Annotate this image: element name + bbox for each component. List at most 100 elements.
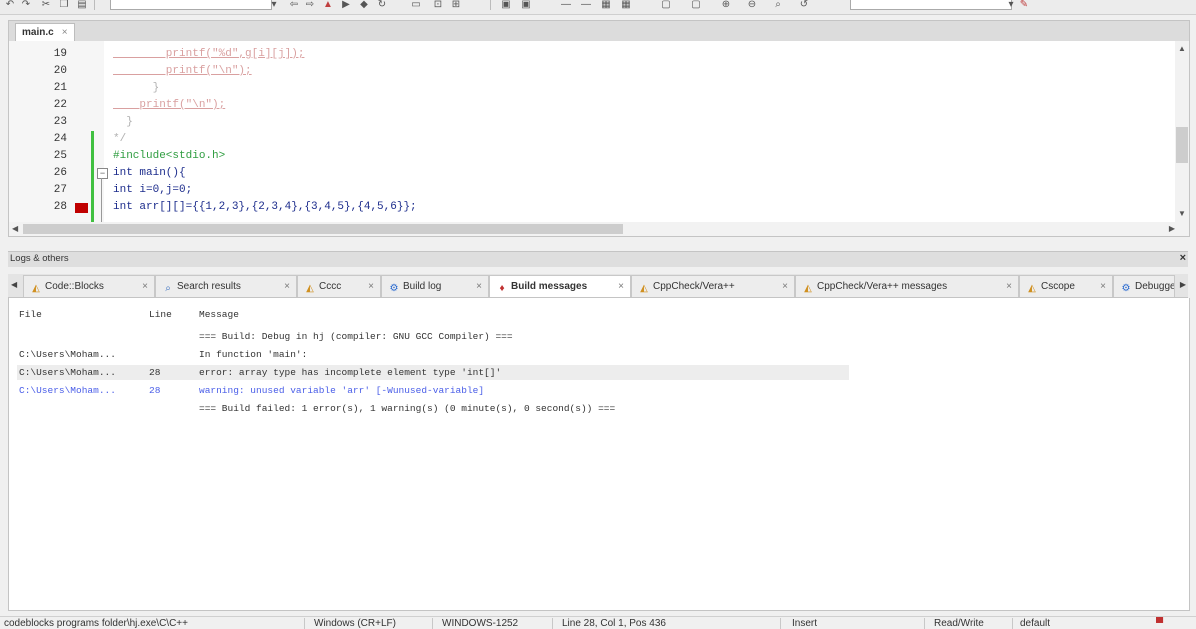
row-file: C:\Users\Moham... xyxy=(19,367,116,378)
window2-icon[interactable]: ▣ xyxy=(520,0,532,10)
editor-tab-label: main.c xyxy=(22,27,54,38)
line-number: 23 xyxy=(53,116,67,128)
scroll-left-icon[interactable]: ◀ xyxy=(12,224,18,233)
status-bar: codeblocks programs folder\hj.exe\C\C++ … xyxy=(0,616,1196,629)
line-number: 28 xyxy=(53,201,67,213)
tab-label: Cccc xyxy=(319,281,342,292)
row-message: === Build: Debug in hj (compiler: GNU GC… xyxy=(199,331,513,342)
build-run-icon[interactable]: ◆ xyxy=(358,0,370,10)
tab-cccc[interactable]: ◭ Cccc × xyxy=(297,275,381,297)
column-header-file[interactable]: File xyxy=(19,308,42,322)
codeblocks-icon: ◭ xyxy=(640,283,648,294)
panel-icon[interactable]: ▦ xyxy=(600,0,612,10)
close-icon[interactable]: × xyxy=(1006,276,1012,297)
build-icon[interactable]: ▲ xyxy=(322,0,334,10)
line2-icon[interactable]: — xyxy=(580,0,592,10)
tab-debugger[interactable]: ⚙ Debugger xyxy=(1113,275,1175,297)
close-icon[interactable]: × xyxy=(368,276,374,297)
panel2-icon[interactable]: ▦ xyxy=(620,0,632,10)
scroll-right-icon[interactable]: ▶ xyxy=(1169,224,1175,233)
status-access: Read/Write xyxy=(934,618,984,629)
tab-cscope[interactable]: ◭ Cscope × xyxy=(1019,275,1113,297)
close-icon[interactable]: × xyxy=(782,276,788,297)
editor-hscroll-thumb[interactable] xyxy=(23,224,623,234)
search-combo[interactable] xyxy=(850,0,1012,10)
target-select[interactable] xyxy=(110,0,272,10)
code-editor[interactable]: − 19 printf("%d",g[i][j]); 20 printf("\n… xyxy=(8,41,1190,224)
status-separator xyxy=(924,618,925,629)
debug-icon[interactable]: ▭ xyxy=(410,0,422,10)
copy-icon[interactable]: ❐ xyxy=(58,0,70,10)
editor-vertical-scrollbar[interactable]: ▲ ▼ xyxy=(1175,41,1189,223)
status-position: Line 28, Col 1, Pos 436 xyxy=(562,618,666,629)
logs-panel-header: Logs & others × xyxy=(8,251,1188,267)
tab-label: Search results xyxy=(177,281,241,292)
line-number: 20 xyxy=(53,65,67,77)
fold-collapse-icon[interactable]: − xyxy=(97,168,108,179)
search-icon[interactable]: ⌕ xyxy=(772,0,784,10)
step-icon[interactable]: ⊡ xyxy=(432,0,444,10)
scroll-down-icon[interactable]: ▼ xyxy=(1178,209,1186,218)
back-icon[interactable]: ⇦ xyxy=(288,0,300,10)
change-bar xyxy=(91,131,94,223)
editor-tab-main-c[interactable]: main.c × xyxy=(15,23,75,41)
close-icon[interactable]: × xyxy=(62,27,68,38)
chevron-down-icon[interactable]: ▾ xyxy=(1005,0,1017,10)
tab-label: CppCheck/Vera++ xyxy=(653,281,735,292)
status-separator xyxy=(780,618,781,629)
paste-icon[interactable]: ▤ xyxy=(76,0,88,10)
row-message: error: array type has incomplete element… xyxy=(199,367,502,378)
line-number: 22 xyxy=(53,99,67,111)
replace-icon[interactable]: ↺ xyxy=(798,0,810,10)
tab-label: Code::Blocks xyxy=(45,281,104,292)
chevron-down-icon[interactable]: ▾ xyxy=(268,0,280,10)
close-icon[interactable]: × xyxy=(618,276,624,297)
fold-line xyxy=(101,178,102,223)
code-line: int arr[][]={{1,2,3},{2,3,4},{3,4,5},{4,… xyxy=(113,201,417,213)
close-icon[interactable]: × xyxy=(1180,252,1186,264)
tabs-scroll-right-icon[interactable]: ▶ xyxy=(1180,280,1186,289)
status-eol: Windows (CR+LF) xyxy=(314,618,396,629)
code-line: printf("\n"); xyxy=(113,99,226,111)
row-message: warning: unused variable 'arr' [-Wunused… xyxy=(199,385,485,396)
tabs-scroll-left-icon[interactable]: ◀ xyxy=(11,280,17,289)
tab-build-log[interactable]: ⚙ Build log × xyxy=(381,275,489,297)
redo-icon[interactable]: ↷ xyxy=(20,0,32,10)
tab-codeblocks[interactable]: ◭ Code::Blocks × xyxy=(23,275,155,297)
zoom-out-icon[interactable]: ⊖ xyxy=(746,0,758,10)
editor-horizontal-scrollbar[interactable]: ◀ ▶ xyxy=(8,222,1190,237)
window-icon[interactable]: ▣ xyxy=(500,0,512,10)
status-file-path: codeblocks programs folder\hj.exe\C\C++ xyxy=(4,618,188,629)
toolbar-separator xyxy=(490,0,491,10)
zoom-in-icon[interactable]: ⊕ xyxy=(720,0,732,10)
box2-icon[interactable]: ▢ xyxy=(690,0,702,10)
forward-icon[interactable]: ⇨ xyxy=(304,0,316,10)
status-profile: default xyxy=(1020,618,1051,629)
line-icon[interactable]: — xyxy=(560,0,572,10)
status-mode: Insert xyxy=(792,618,818,629)
close-icon[interactable]: × xyxy=(1100,276,1106,297)
column-header-message[interactable]: Message xyxy=(199,308,239,322)
run-icon[interactable]: ▶ xyxy=(340,0,352,10)
flag-icon: ▀ xyxy=(1156,618,1164,629)
gear-icon: ⚙ xyxy=(1121,283,1131,294)
tab-search-results[interactable]: ⌕ Search results × xyxy=(155,275,297,297)
scroll-up-icon[interactable]: ▲ xyxy=(1178,44,1186,53)
tab-cppcheck-vera[interactable]: ◭ CppCheck/Vera++ × xyxy=(631,275,795,297)
undo-icon[interactable]: ↶ xyxy=(4,0,16,10)
column-header-line[interactable]: Line xyxy=(149,308,172,322)
box-icon[interactable]: ▢ xyxy=(660,0,672,10)
cut-icon[interactable]: ✂ xyxy=(40,0,52,10)
find-icon[interactable]: ✎ xyxy=(1018,0,1030,10)
tab-cppcheck-vera-messages[interactable]: ◭ CppCheck/Vera++ messages × xyxy=(795,275,1019,297)
status-separator xyxy=(304,618,305,629)
close-icon[interactable]: × xyxy=(142,276,148,297)
code-line: int main(){ xyxy=(113,167,186,179)
rebuild-icon[interactable]: ↻ xyxy=(376,0,388,10)
close-icon[interactable]: × xyxy=(476,276,482,297)
close-icon[interactable]: × xyxy=(284,276,290,297)
build-messages-list[interactable]: File Line Message === Build: Debug in hj… xyxy=(8,298,1190,611)
editor-vscroll-thumb[interactable] xyxy=(1176,127,1188,163)
tab-build-messages[interactable]: ♦ Build messages × xyxy=(489,275,631,297)
step-into-icon[interactable]: ⊞ xyxy=(450,0,462,10)
